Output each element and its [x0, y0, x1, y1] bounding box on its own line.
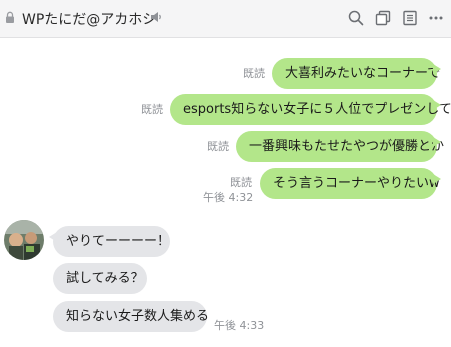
- window-button[interactable]: [373, 8, 393, 28]
- search-icon: [348, 10, 364, 26]
- chat-title: WPたにだ@アカホシ: [22, 12, 157, 28]
- message-bubble-incoming[interactable]: 知らない女子数人集める: [53, 301, 209, 332]
- read-receipt: 既読: [141, 103, 163, 116]
- speaker-icon[interactable]: [149, 10, 163, 24]
- message-bubble-outgoing[interactable]: 大喜利みたいなコーナーで: [272, 58, 441, 89]
- more-button[interactable]: [426, 8, 446, 28]
- contact-avatar[interactable]: [4, 220, 44, 260]
- message-bubble-outgoing[interactable]: esports知らない女子に５人位でプレゼンして: [170, 94, 451, 125]
- message-timestamp: 午後 4:32: [203, 191, 254, 204]
- window-icon: [375, 10, 391, 26]
- chat-window: WPたにだ@アカホシ 既読 大喜利みたいなコーナーで 既読 esports知らな…: [0, 0, 451, 347]
- message-bubble-incoming[interactable]: やりてーーーー！: [49, 226, 170, 257]
- lock-icon: [6, 11, 14, 23]
- message-bubble-outgoing[interactable]: 一番興味もたせたやつが優勝とか: [236, 131, 444, 162]
- search-button[interactable]: [346, 8, 366, 28]
- notes-button[interactable]: [400, 8, 420, 28]
- more-icon: [429, 16, 443, 20]
- chat-header: WPたにだ@アカホシ: [0, 0, 451, 38]
- message-bubble-incoming[interactable]: 試してみる？: [53, 263, 147, 294]
- avatar-photo: [4, 220, 44, 260]
- message-bubble-outgoing[interactable]: そう言うコーナーやりたいw: [260, 168, 441, 199]
- notes-icon: [403, 10, 417, 26]
- message-timestamp: 午後 4:33: [214, 319, 265, 332]
- read-receipt: 既読: [243, 67, 265, 80]
- read-receipt: 既読: [207, 140, 229, 153]
- read-receipt: 既読: [230, 176, 252, 189]
